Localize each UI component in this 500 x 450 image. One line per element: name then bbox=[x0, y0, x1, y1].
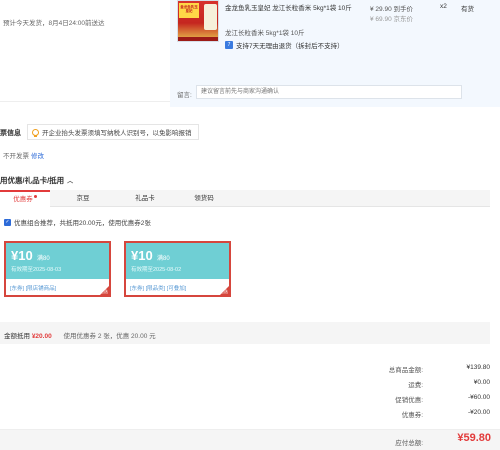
product-thumbnail[interactable]: 金龙鱼乳玉皇妃 bbox=[177, 0, 219, 42]
invoice-section-title: 票信息 bbox=[0, 130, 21, 137]
product-price-original: ¥ 69.90 京东价 bbox=[370, 16, 413, 23]
product-stock-status: 有货 bbox=[461, 6, 474, 13]
invoice-tip: 开企业抬头发票须填写纳税人识别号，以免影响报销 bbox=[27, 124, 199, 140]
remark-input[interactable] bbox=[196, 85, 462, 99]
coupon-amount: ¥10 bbox=[11, 248, 33, 263]
total-label: 应付总额: bbox=[395, 440, 423, 447]
product-thumbnail-badge: 金龙鱼乳玉皇妃 bbox=[179, 3, 199, 18]
summary-value-subtotal: ¥139.80 bbox=[466, 364, 491, 371]
summary-value-shipping: ¥0.00 bbox=[473, 379, 490, 386]
deduction-detail: 使用优惠券 2 张，优惠 20.00 元 bbox=[63, 333, 156, 340]
summary-label-coupon: 优惠券: bbox=[401, 412, 423, 419]
return-policy[interactable]: 7 支持7天无理由退货（拆封后不支持） bbox=[225, 40, 344, 50]
tab-coupons[interactable]: 优惠券 bbox=[0, 190, 50, 207]
product-name-link[interactable]: 金龙鱼乳玉皇妃 龙江长粒香米 5kg*1袋 10斤 bbox=[225, 2, 355, 12]
coupon-combo-recommendation[interactable]: ✓ 优惠组合推荐，共抵用20.00元，使用优惠券2张 bbox=[4, 217, 151, 227]
checkbox-checked-icon[interactable]: ✓ bbox=[4, 218, 11, 226]
delivery-panel bbox=[0, 0, 170, 102]
delivery-estimate: 预计今天发货，8月4日24:00前送达 bbox=[3, 20, 105, 27]
invoice-tip-text: 开企业抬头发票须填写纳税人识别号，以免影响报销 bbox=[42, 130, 192, 137]
coupon-condition: 满80 bbox=[37, 256, 50, 262]
rice-bag-graphic bbox=[204, 4, 217, 30]
coupon-condition: 满80 bbox=[157, 256, 170, 262]
tab-coupons-label: 优惠券 bbox=[13, 196, 33, 203]
coupon-combo-text: 优惠组合推荐，共抵用20.00元，使用优惠券2张 bbox=[14, 220, 151, 227]
chevron-up-icon: ︿ bbox=[67, 179, 74, 185]
coupon-card[interactable]: ¥10 满80 有效期至2025-08-02 [东券] [限品类] [可叠加] … bbox=[124, 241, 231, 297]
total-bar bbox=[0, 429, 500, 450]
tab-dot-indicator bbox=[33, 195, 37, 198]
summary-value-coupon: -¥20.00 bbox=[467, 409, 490, 416]
invoice-edit-link[interactable]: 修改 bbox=[31, 150, 44, 160]
coupon-deduction-summary: 金额抵用 ¥20.00 使用优惠券 2 张，优惠 20.00 元 bbox=[4, 330, 156, 340]
coupon-card[interactable]: ¥10 满80 有效期至2025-08-03 [东券] [限店铺商品] 已选 bbox=[4, 241, 111, 297]
coupon-selected-mark: 已选 bbox=[100, 289, 108, 294]
product-price: ¥ 29.90 到手价 bbox=[370, 6, 413, 13]
return-policy-text: 支持7天无理由退货（拆封后不支持） bbox=[236, 43, 344, 50]
invoice-status: 不开发票 bbox=[3, 153, 29, 160]
coupon-amount: ¥10 bbox=[131, 248, 153, 263]
coupon-expiry: 有效期至2025-08-02 bbox=[131, 267, 182, 273]
deduction-label: 金额抵用 bbox=[4, 333, 30, 340]
coupon-section-toggle[interactable]: 用优惠/礼品卡/抵用 ︿ bbox=[0, 175, 73, 186]
tab-jingdou[interactable]: 京豆 bbox=[50, 190, 116, 207]
tab-gift-card[interactable]: 礼品卡 bbox=[116, 190, 174, 207]
summary-value-promotion: -¥60.00 bbox=[467, 394, 490, 401]
coupon-selected-mark: 已选 bbox=[220, 289, 228, 294]
summary-label-shipping: 运费: bbox=[408, 382, 423, 389]
deduction-amount: ¥20.00 bbox=[31, 333, 52, 340]
coupon-section-title: 用优惠/礼品卡/抵用 bbox=[0, 176, 65, 185]
summary-label-promotion: 促销优惠: bbox=[395, 397, 423, 404]
tab-redeem-code[interactable]: 领货码 bbox=[174, 190, 234, 207]
total-amount: ¥59.80 bbox=[457, 432, 491, 444]
product-sku: 龙江长粒香米 5kg*1袋 10斤 bbox=[225, 30, 305, 37]
coupon-expiry: 有效期至2025-08-03 bbox=[11, 267, 62, 273]
coupon-tags: [东券] [限店铺商品] bbox=[10, 286, 57, 292]
seven-day-return-icon: 7 bbox=[225, 41, 233, 49]
summary-label-subtotal: 总商品金额: bbox=[388, 367, 423, 374]
thumbnail-strip bbox=[178, 37, 218, 41]
remark-label: 留言: bbox=[177, 92, 192, 99]
product-quantity: x2 bbox=[440, 3, 447, 10]
coupon-tags: [东券] [限品类] [可叠加] bbox=[130, 286, 187, 292]
lightbulb-icon bbox=[32, 128, 39, 137]
